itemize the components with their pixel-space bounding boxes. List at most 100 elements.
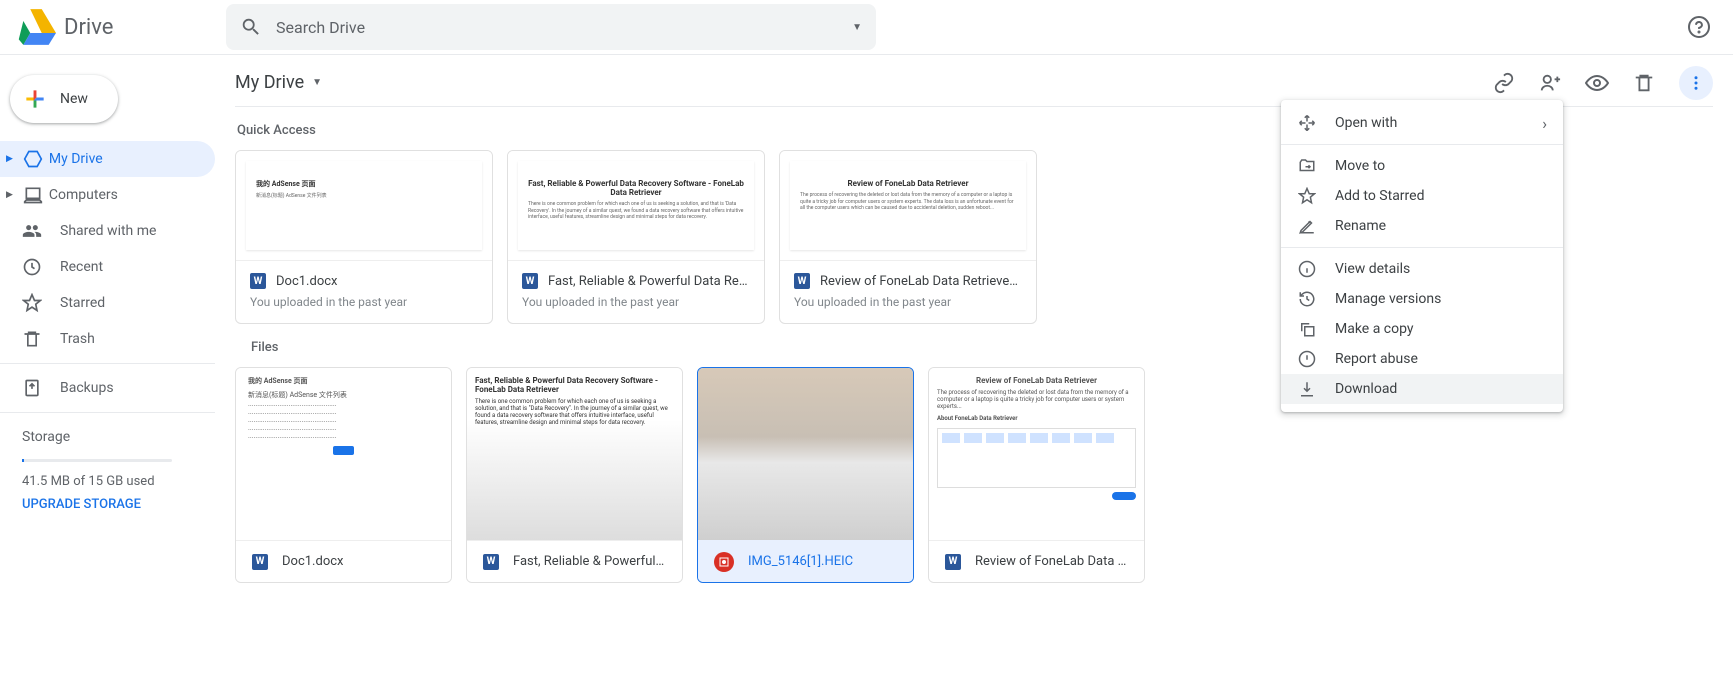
file-thumbnail: 我的 AdSense 页面新消息(标题) AdSense 文件列表	[236, 151, 492, 261]
chevron-down-icon: ▼	[312, 77, 322, 88]
file-thumbnail: Fast, Reliable & Powerful Data Recovery …	[508, 151, 764, 261]
move-to-icon	[1298, 157, 1316, 175]
share-icon[interactable]	[1539, 72, 1561, 94]
menu-item-label: Open with	[1335, 115, 1397, 131]
file-thumbnail: 我的 AdSense 页面新消息(标题) AdSense 文件列表.......…	[236, 368, 451, 540]
sidebar: New ▶ My Drive ▶ Computers Shared with m…	[0, 55, 215, 686]
menu-item-label: Move to	[1335, 158, 1385, 174]
computers-icon	[23, 185, 43, 205]
quick-access-card[interactable]: Review of FoneLab Data RetrieverThe proc…	[779, 150, 1037, 324]
app-name: Drive	[64, 15, 113, 40]
menu-item-label: Report abuse	[1335, 351, 1418, 367]
logo[interactable]: Drive	[16, 7, 226, 47]
my-drive-icon	[23, 149, 43, 169]
file-title: Review of FoneLab Data Retriever - t...	[820, 274, 1022, 289]
history-icon	[1298, 290, 1316, 308]
backups-icon	[22, 378, 42, 398]
word-file-icon: W	[483, 554, 499, 570]
word-file-icon: W	[794, 273, 810, 289]
plus-icon	[22, 86, 48, 112]
star-icon	[1298, 187, 1316, 205]
file-card[interactable]: IMG_5146[1].HEIC	[697, 367, 914, 583]
sidebar-item-label: Trash	[60, 331, 95, 347]
sidebar-item-backups[interactable]: Backups	[0, 370, 215, 406]
more-actions-button[interactable]	[1679, 66, 1713, 100]
sidebar-item-shared-with-me[interactable]: Shared with me	[0, 213, 215, 249]
file-thumbnail: Review of FoneLab Data RetrieverThe proc…	[929, 368, 1144, 540]
file-subtitle: You uploaded in the past year	[522, 295, 750, 309]
storage-title: Storage	[22, 429, 215, 445]
report-icon	[1298, 350, 1316, 368]
menu-item-report-abuse[interactable]: Report abuse	[1281, 344, 1563, 374]
rename-icon	[1298, 217, 1316, 235]
menu-item-download[interactable]: Download	[1281, 374, 1563, 404]
search-options-caret-icon[interactable]: ▼	[852, 22, 862, 33]
quick-access-card[interactable]: 我的 AdSense 页面新消息(标题) AdSense 文件列表 W Doc1.…	[235, 150, 493, 324]
menu-item-label: Make a copy	[1335, 321, 1414, 337]
file-subtitle: You uploaded in the past year	[250, 295, 478, 309]
search-bar[interactable]: ▼	[226, 4, 876, 50]
file-thumbnail: Review of FoneLab Data RetrieverThe proc…	[780, 151, 1036, 261]
sidebar-item-computers[interactable]: ▶ Computers	[0, 177, 215, 213]
sidebar-item-trash[interactable]: Trash	[0, 321, 215, 357]
word-file-icon: W	[522, 273, 538, 289]
menu-item-label: Manage versions	[1335, 291, 1441, 307]
storage-bar	[22, 459, 172, 462]
download-icon	[1298, 380, 1316, 398]
menu-item-move-to[interactable]: Move to	[1281, 151, 1563, 181]
storage-section: Storage 41.5 MB of 15 GB used UPGRADE ST…	[0, 419, 215, 512]
sidebar-item-label: Shared with me	[60, 223, 156, 239]
menu-item-label: Add to Starred	[1335, 188, 1424, 204]
breadcrumb[interactable]: My Drive ▼	[235, 72, 322, 93]
storage-usage: 41.5 MB of 15 GB used	[22, 474, 215, 489]
file-card[interactable]: Fast, Reliable & Powerful Data Recovery …	[466, 367, 683, 583]
image-file-icon	[714, 552, 734, 572]
get-link-icon[interactable]	[1493, 72, 1515, 94]
people-icon	[22, 221, 42, 241]
search-input[interactable]	[276, 18, 838, 37]
file-title: Fast, Reliable & Powerful Data Recov...	[548, 274, 750, 289]
sidebar-item-my-drive[interactable]: ▶ My Drive	[0, 141, 215, 177]
sidebar-item-label: Recent	[60, 259, 103, 275]
sidebar-item-starred[interactable]: Starred	[0, 285, 215, 321]
drive-logo-icon	[16, 7, 56, 47]
sidebar-item-label: Starred	[60, 295, 105, 311]
preview-icon[interactable]	[1585, 71, 1609, 95]
file-title: Review of FoneLab Data Re...	[975, 554, 1128, 569]
sidebar-item-recent[interactable]: Recent	[0, 249, 215, 285]
word-file-icon: W	[250, 273, 266, 289]
divider	[1281, 144, 1563, 145]
menu-item-add-to-starred[interactable]: Add to Starred	[1281, 181, 1563, 211]
more-vert-icon	[1687, 74, 1705, 92]
file-card[interactable]: 我的 AdSense 页面新消息(标题) AdSense 文件列表.......…	[235, 367, 452, 583]
sidebar-item-label: My Drive	[49, 151, 103, 167]
star-icon	[22, 293, 42, 313]
file-title: Fast, Reliable & Powerful D...	[513, 554, 666, 569]
sidebar-item-label: Computers	[49, 187, 118, 203]
clock-icon	[22, 257, 42, 277]
context-menu: Open with › Move to Add to Starred Renam…	[1281, 100, 1563, 412]
file-card[interactable]: Review of FoneLab Data RetrieverThe proc…	[928, 367, 1145, 583]
app-header: Drive ▼	[0, 0, 1733, 55]
chevron-right-icon: ›	[1542, 114, 1547, 133]
divider	[0, 412, 215, 413]
help-icon[interactable]	[1687, 15, 1711, 39]
menu-item-rename[interactable]: Rename	[1281, 211, 1563, 241]
new-button[interactable]: New	[10, 75, 118, 123]
menu-item-view-details[interactable]: View details	[1281, 254, 1563, 284]
file-thumbnail: Fast, Reliable & Powerful Data Recovery …	[467, 368, 682, 540]
file-title: Doc1.docx	[276, 274, 478, 289]
breadcrumb-label: My Drive	[235, 72, 304, 93]
quick-access-card[interactable]: Fast, Reliable & Powerful Data Recovery …	[507, 150, 765, 324]
new-button-label: New	[60, 91, 88, 107]
file-thumbnail	[698, 368, 913, 540]
menu-item-open-with[interactable]: Open with ›	[1281, 108, 1563, 138]
trash-icon	[22, 329, 42, 349]
delete-icon[interactable]	[1633, 72, 1655, 94]
menu-item-manage-versions[interactable]: Manage versions	[1281, 284, 1563, 314]
word-file-icon: W	[945, 554, 961, 570]
upgrade-storage-link[interactable]: UPGRADE STORAGE	[22, 497, 215, 512]
menu-item-label: View details	[1335, 261, 1410, 277]
sidebar-item-label: Backups	[60, 380, 114, 396]
menu-item-make-a-copy[interactable]: Make a copy	[1281, 314, 1563, 344]
